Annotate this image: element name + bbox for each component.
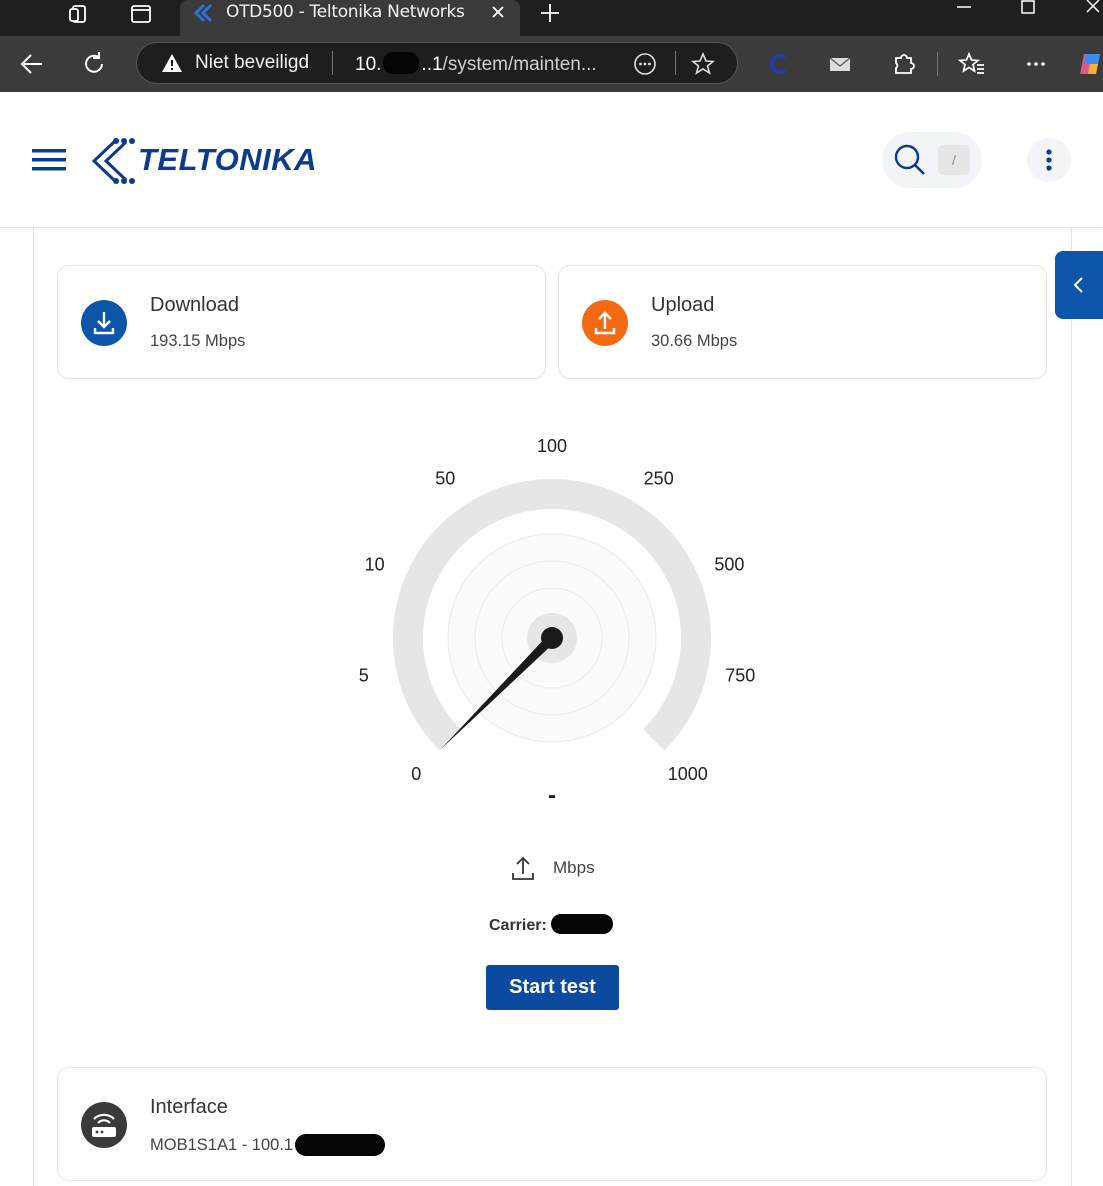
- gauge-tick-label-500: 500: [714, 555, 744, 575]
- chevron-left-icon: [1073, 277, 1083, 293]
- download-value: 193.15 Mbps: [150, 332, 246, 350]
- more-options-circle-icon[interactable]: [633, 52, 657, 76]
- gauge-readout: -: [548, 782, 556, 809]
- address-bar[interactable]: Niet beveiligd 10. ..1/system/mainten...: [136, 42, 738, 84]
- router-icon: [81, 1102, 127, 1148]
- gauge-tick-label-100: 100: [537, 436, 567, 456]
- gauge-tick-label-1000: 1000: [668, 764, 708, 784]
- download-label: Download: [150, 294, 239, 316]
- download-card: Download 193.15 Mbps: [57, 265, 546, 379]
- nav-divider: [937, 52, 938, 76]
- favorite-star-icon[interactable]: [691, 52, 715, 76]
- upload-arrow-icon: [512, 856, 534, 880]
- minimize-window-icon[interactable]: [954, 0, 974, 20]
- extension-mail-icon[interactable]: [826, 50, 854, 78]
- interface-value: MOB1S1A1 - 100.1: [150, 1134, 386, 1156]
- upload-card: Upload 30.66 Mbps: [558, 265, 1047, 379]
- teltonika-logo-mark-icon: [91, 138, 135, 184]
- workspaces-icon[interactable]: [68, 3, 90, 25]
- carrier-label: Carrier:: [489, 917, 547, 934]
- new-tab-icon[interactable]: [538, 1, 562, 25]
- gauge-tick-label-250: 250: [644, 468, 674, 488]
- upload-value: 30.66 Mbps: [651, 332, 738, 350]
- app-header: TELTONIKA /: [0, 92, 1103, 228]
- browser-nav-bar: Niet beveiligd 10. ..1/system/mainten...: [0, 36, 1103, 92]
- extensions-puzzle-icon[interactable]: [890, 50, 918, 78]
- speed-unit-label: Mbps: [553, 858, 595, 877]
- back-arrow-icon[interactable]: [18, 50, 46, 78]
- security-status-label[interactable]: Niet beveiligd: [195, 52, 309, 74]
- interface-label: Interface: [150, 1096, 228, 1118]
- side-panel-toggle[interactable]: [1055, 251, 1103, 319]
- refresh-icon[interactable]: [80, 50, 108, 78]
- speed-gauge: 0 5 10 50 100 250 500 750 1000 -: [359, 436, 756, 809]
- browser-tab-active[interactable]: OTD500 - Teltonika Networks: [180, 0, 520, 36]
- upload-label: Upload: [651, 294, 715, 316]
- carrier-info: Carrier:: [489, 914, 613, 935]
- search-button[interactable]: /: [882, 132, 982, 188]
- gauge-tick-label-0: 0: [411, 764, 421, 784]
- url-host-start: 10.: [355, 54, 382, 75]
- gauge-tick-label-50: 50: [435, 468, 455, 488]
- browser-menu-icon[interactable]: [1022, 50, 1050, 78]
- vertical-dots-icon: [1046, 149, 1052, 171]
- url-path: /system/mainten...: [442, 54, 597, 75]
- redaction-mark: [295, 1134, 386, 1156]
- tab-actions-icon[interactable]: [130, 3, 152, 25]
- gauge-tick-label-750: 750: [725, 666, 755, 686]
- gauge-needle-hub: [541, 627, 563, 649]
- gauge-tick-label-10: 10: [365, 555, 385, 575]
- teltonika-favicon-icon: [194, 3, 213, 23]
- upload-icon: [582, 300, 628, 346]
- url-host-end: ..1: [421, 54, 443, 75]
- more-options-button[interactable]: [1027, 138, 1071, 182]
- maximize-window-icon[interactable]: [1018, 0, 1038, 20]
- browser-tab-bar: OTD500 - Teltonika Networks: [0, 0, 1103, 36]
- hamburger-menu-icon[interactable]: [30, 146, 68, 174]
- interface-card: Interface MOB1S1A1 - 100.1: [57, 1067, 1047, 1181]
- copilot-icon[interactable]: [1078, 50, 1103, 78]
- favorites-icon[interactable]: [958, 50, 986, 78]
- search-shortcut-key: /: [938, 145, 970, 175]
- redaction-mark: [550, 914, 613, 934]
- warning-icon[interactable]: [161, 53, 183, 73]
- redaction-mark: [383, 52, 420, 74]
- browser-tab-title: OTD500 - Teltonika Networks: [226, 2, 465, 22]
- close-window-icon[interactable]: [1083, 0, 1103, 20]
- download-icon: [81, 300, 127, 346]
- url-text[interactable]: 10. ..1/system/mainten...: [355, 52, 597, 76]
- interface-value-text: MOB1S1A1 - 100.1: [150, 1136, 294, 1154]
- address-divider: [332, 51, 333, 75]
- address-divider-2: [675, 51, 676, 75]
- teltonika-logo[interactable]: TELTONIKA: [86, 136, 326, 186]
- extension-c-icon[interactable]: [766, 50, 794, 78]
- search-icon: [894, 144, 925, 175]
- close-tab-icon[interactable]: [490, 4, 506, 20]
- logo-wordmark: TELTONIKA: [138, 142, 318, 177]
- gauge-tick-label-5: 5: [359, 666, 369, 686]
- start-test-button[interactable]: Start test: [486, 965, 619, 1010]
- speed-direction-row: Mbps: [510, 854, 630, 882]
